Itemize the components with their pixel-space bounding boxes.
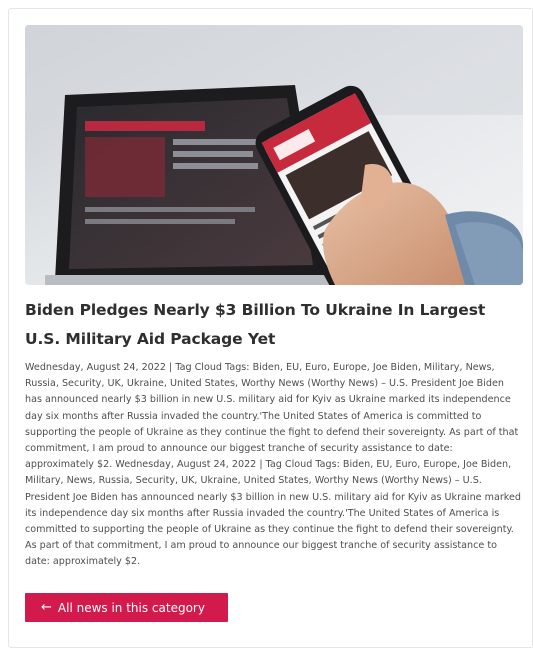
phone-news-photo: [25, 25, 523, 285]
article-title[interactable]: Biden Pledges Nearly $3 Billion To Ukrai…: [25, 296, 505, 354]
all-news-label: All news in this category: [57, 600, 205, 615]
article-card: Biden Pledges Nearly $3 Billion To Ukrai…: [8, 8, 533, 648]
article-excerpt: Wednesday, August 24, 2022 | Tag Cloud T…: [25, 362, 521, 568]
article-image[interactable]: [25, 25, 523, 285]
all-news-button[interactable]: ← All news in this category: [25, 593, 228, 622]
arrow-left-icon: ←: [41, 600, 52, 615]
